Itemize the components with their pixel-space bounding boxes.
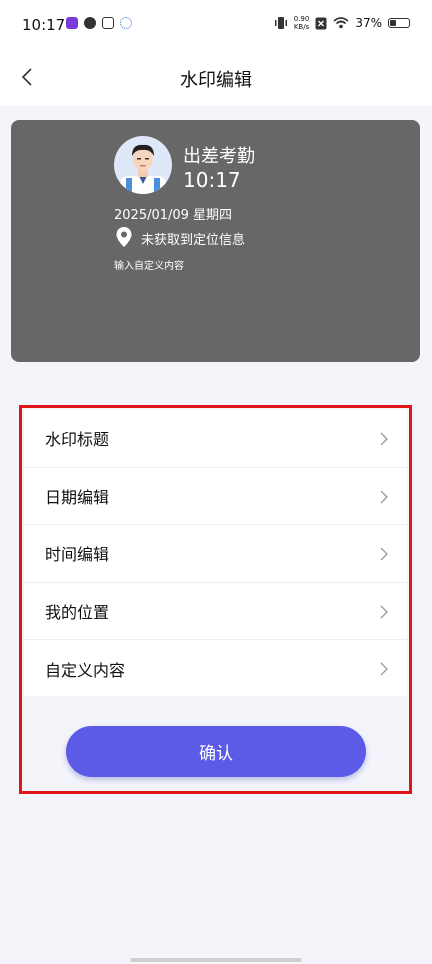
app-notification-icon — [66, 17, 78, 29]
battery-icon — [388, 18, 410, 28]
sim-icon — [315, 17, 327, 29]
page-title: 水印编辑 — [180, 70, 252, 91]
status-right: 0.90 KB/s 37% — [274, 15, 410, 31]
watermark-time: 10:17 — [183, 168, 241, 192]
user-avatar-icon — [120, 144, 166, 194]
watermark-custom-text: 输入自定义内容 — [114, 261, 184, 272]
battery-percent: 37% — [355, 16, 382, 30]
app-notification-icon — [102, 17, 114, 29]
highlight-box — [19, 405, 412, 794]
app-notification-icon — [84, 17, 96, 29]
wifi-icon — [333, 17, 349, 29]
location-pin-icon — [116, 227, 132, 247]
watermark-preview: 出差考勤 10:17 2025/01/09 星期四 未获取到定位信息 输入自定义… — [11, 120, 420, 362]
net-speed-unit: KB/s — [293, 23, 310, 31]
status-time: 10:17 — [22, 16, 66, 34]
notification-icons — [66, 17, 132, 29]
watermark-location: 未获取到定位信息 — [141, 233, 246, 248]
net-speed-value: 0.90 — [293, 15, 310, 23]
watermark-title: 出差考勤 — [183, 146, 255, 167]
watermark-date: 2025/01/09 星期四 — [114, 208, 233, 223]
app-notification-icon — [120, 17, 132, 29]
home-indicator[interactable] — [130, 958, 302, 962]
vibrate-icon — [274, 17, 287, 29]
nav-bar: 水印编辑 — [0, 52, 432, 106]
status-bar: 10:17 0.90 KB/s 37% — [0, 0, 432, 52]
net-speed: 0.90 KB/s — [294, 15, 310, 31]
avatar — [114, 136, 172, 194]
